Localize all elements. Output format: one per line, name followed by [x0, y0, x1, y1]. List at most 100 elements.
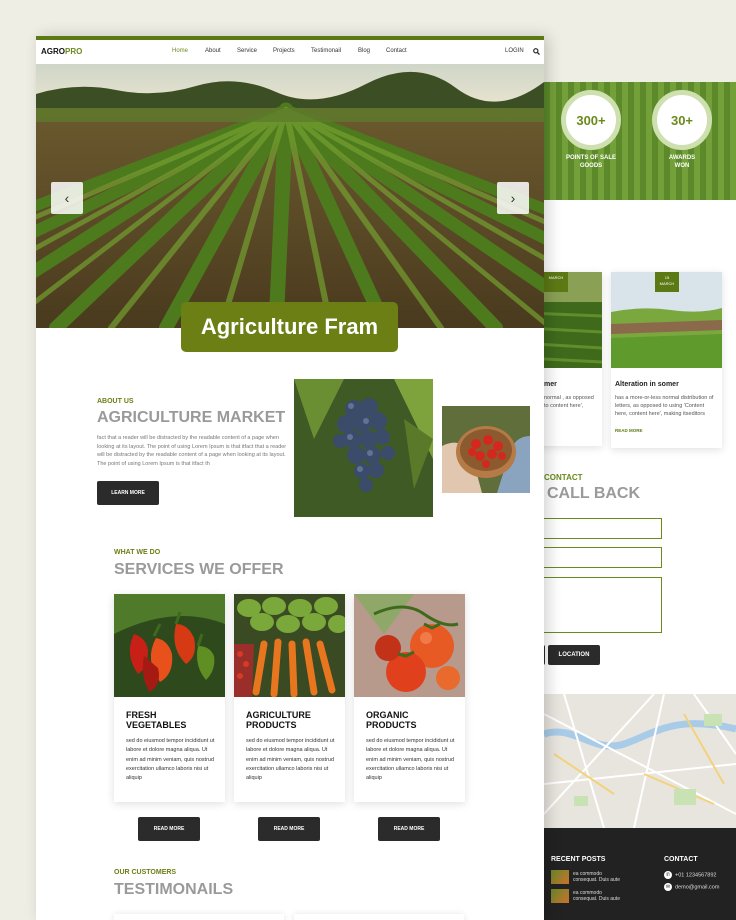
email-field[interactable] [544, 547, 662, 568]
service-card-fresh-vegetables[interactable]: FRESH VEGETABLES sed do eiusmod tempor i… [114, 594, 225, 802]
blog-card[interactable]: 15 MARCH Alteration in somer has a more-… [611, 272, 722, 448]
nav-service[interactable]: Service [237, 48, 257, 54]
service-desc: sed do eiusmod tempor incididunt ut labo… [366, 738, 455, 782]
service-card-organic-products[interactable]: ORGANIC PRODUCTS sed do eiusmod tempor i… [354, 594, 465, 802]
service-name-line: ORGANIC [366, 710, 409, 720]
nav-projects[interactable]: Projects [273, 48, 295, 54]
email-address: demo@gmail.com [675, 884, 720, 891]
services-eyebrow: WHAT WE DO [114, 549, 161, 556]
service-name: FRESH VEGETABLES [126, 710, 216, 730]
stat-label: AWARDS WON [647, 154, 717, 170]
contact-eyebrow: CONTACT [544, 473, 583, 482]
service-name-line: PRODUCTS [246, 720, 297, 730]
blog-date: MARCH [544, 272, 568, 292]
testimonials-eyebrow: OUR CUSTOMERS [114, 869, 177, 876]
tomatoes-vine-image [354, 594, 465, 697]
stat-value: 300+ [561, 90, 621, 150]
hero-title: Agriculture Fram [181, 302, 398, 352]
stat-points-of-sale: 300+ POINTS OF SALE GOODS [556, 90, 626, 170]
service-card-agriculture-products[interactable]: AGRICULTURE PRODUCTS sed do eiusmod temp… [234, 594, 348, 802]
name-field[interactable] [544, 518, 662, 539]
logo-part-dark: AGRO [41, 47, 65, 56]
recent-post-thumbnail [551, 889, 569, 903]
stat-label-line: AWARDS [668, 155, 696, 161]
recent-post-item[interactable]: ea commodo consequat. Duis aute [551, 889, 641, 903]
location-button[interactable]: LOCATION [548, 645, 600, 665]
phone-icon: ✆ [664, 871, 672, 879]
location-map[interactable] [544, 694, 736, 828]
service-name: ORGANIC PRODUCTS [366, 710, 456, 730]
blog-desc: has a more-or-less normal distribution o… [615, 395, 714, 417]
blog-card[interactable]: MARCH mer normal , as opposed to content… [544, 272, 603, 446]
search-icon[interactable] [533, 48, 540, 55]
services-title: SERVICES WE OFFER [114, 561, 284, 578]
read-more-button[interactable]: READ MORE [138, 817, 200, 841]
tomatoes-bowl-image [442, 406, 530, 493]
vegetables-market-image [234, 594, 348, 698]
contact-title: CALL BACK [547, 485, 641, 502]
nav-blog[interactable]: Blog [358, 48, 370, 54]
read-more-button[interactable]: READ MORE [378, 817, 440, 841]
footer: RECENT POSTS ea commodo consequat. Duis … [544, 828, 736, 920]
stat-label: POINTS OF SALE GOODS [556, 154, 626, 170]
chevron-right-icon: › [510, 190, 516, 206]
about-text: fact that a reader will be distracted by… [97, 435, 287, 467]
service-name-line: FRESH [126, 710, 157, 720]
nav-home[interactable]: Home [172, 48, 188, 54]
testimonials-title: TESTIMONAILS [114, 881, 234, 898]
front-page: AGROPRO Home About Service Projects Test… [36, 36, 544, 920]
logo-part-green: PRO [65, 47, 83, 56]
blog-title: Alteration in somer [615, 381, 679, 388]
read-more-button[interactable]: READ MORE [258, 817, 320, 841]
chevron-left-icon: ‹ [64, 190, 70, 206]
learn-more-button[interactable]: LEARN MORE [97, 481, 159, 505]
grapes-image [294, 379, 433, 517]
recent-post-line: consequat. Duis aute [573, 896, 620, 902]
hero-prev-button[interactable]: ‹ [51, 182, 83, 214]
stat-awards: 30+ AWARDS WON [647, 90, 717, 170]
service-desc: sed do eiusmod tempor incididunt ut labo… [246, 738, 335, 782]
top-navbar: AGROPRO Home About Service Projects Test… [36, 40, 544, 64]
hero-next-button[interactable]: › [497, 182, 529, 214]
nav-testimonail[interactable]: Testimonail [311, 48, 341, 54]
footer-email[interactable]: ✉ demo@gmail.com [664, 883, 719, 891]
mail-icon: ✉ [664, 883, 672, 891]
blog-read-more-link[interactable]: READ MORE [615, 428, 718, 433]
recent-post-text: ea commodo consequat. Duis aute [573, 890, 620, 902]
service-name-line: AGRICULTURE [246, 710, 311, 720]
recent-posts-title: RECENT POSTS [551, 856, 606, 863]
about-title: AGRICULTURE MARKET [97, 409, 286, 426]
message-field[interactable] [544, 577, 662, 633]
recent-post-thumbnail [551, 870, 569, 884]
service-name: AGRICULTURE PRODUCTS [246, 710, 336, 730]
blog-title: mer [544, 381, 557, 388]
stat-label-line: POINTS OF SALE [565, 155, 616, 161]
testimonial-card [294, 914, 464, 920]
recent-post-item[interactable]: ea commodo consequat. Duis aute [551, 870, 641, 884]
recent-post-text: ea commodo consequat. Duis aute [573, 871, 620, 883]
nav-contact[interactable]: Contact [386, 48, 407, 54]
blog-date: 15 MARCH [655, 272, 679, 292]
login-link[interactable]: LOGIN [505, 48, 524, 54]
send-button[interactable] [544, 645, 545, 665]
recent-post-line: consequat. Duis aute [573, 877, 620, 883]
stats-band: 300+ POINTS OF SALE GOODS 30+ AWARDS WON [544, 82, 736, 200]
peppers-image [114, 594, 225, 697]
hero-image [36, 64, 544, 328]
blog-date-day: 15 [664, 275, 670, 280]
testimonial-card [114, 914, 284, 920]
about-eyebrow: ABOUT US [97, 398, 134, 405]
stat-value: 30+ [652, 90, 712, 150]
phone-number: +01 1234567892 [675, 872, 717, 879]
footer-phone[interactable]: ✆ +01 1234567892 [664, 871, 716, 879]
blog-date-month: MARCH [659, 281, 675, 286]
nav-about[interactable]: About [205, 48, 221, 54]
service-desc: sed do eiusmod tempor incididunt ut labo… [126, 738, 215, 782]
service-name-line: VEGETABLES [126, 720, 187, 730]
blog-desc: normal , as opposed to content here', [544, 395, 594, 409]
footer-contact-title: CONTACT [664, 856, 698, 863]
stat-label-line: WON [674, 163, 690, 169]
logo[interactable]: AGROPRO [41, 47, 82, 56]
service-name-line: PRODUCTS [366, 720, 417, 730]
background-page: 300+ POINTS OF SALE GOODS 30+ AWARDS WON… [544, 82, 736, 920]
